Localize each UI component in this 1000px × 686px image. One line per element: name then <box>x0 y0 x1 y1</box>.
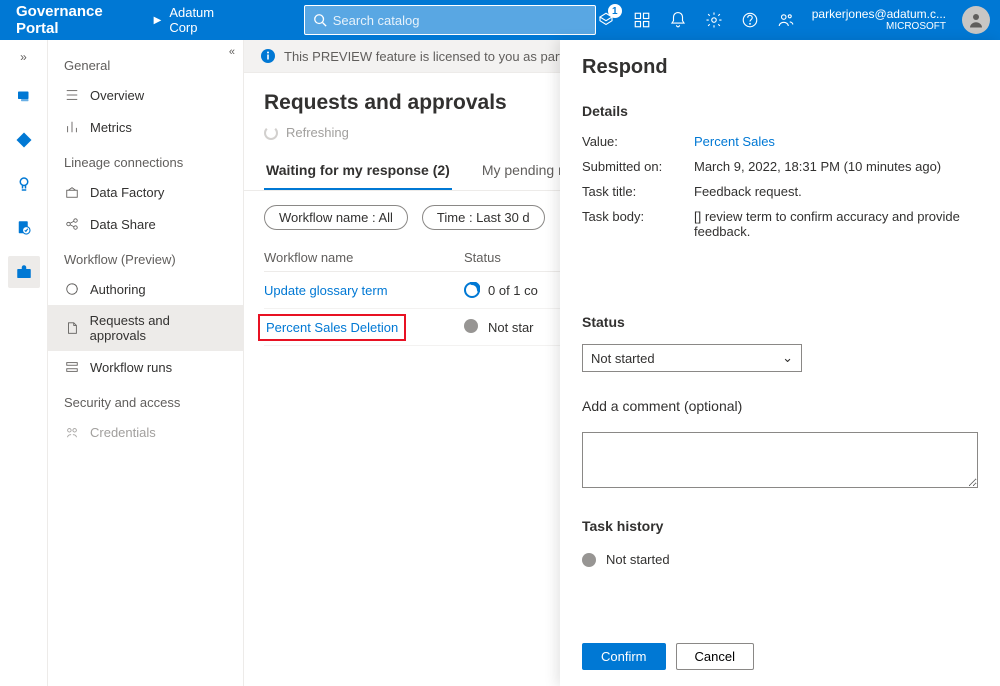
nav-credentials-label: Credentials <box>90 425 156 440</box>
rail-insights-icon[interactable] <box>8 168 40 200</box>
people-icon[interactable] <box>776 10 796 30</box>
info-icon <box>260 48 276 64</box>
col-workflow-name[interactable]: Workflow name <box>264 250 464 265</box>
user-email: parkerjones@adatum.c... <box>812 8 946 21</box>
status-heading: Status <box>582 314 978 330</box>
factory-icon <box>64 184 80 200</box>
not-started-icon <box>464 319 480 335</box>
history-status-text: Not started <box>606 552 670 567</box>
rail-map-icon[interactable] <box>8 124 40 156</box>
nav-runs-label: Workflow runs <box>90 360 172 375</box>
detail-label: Task title: <box>582 184 694 199</box>
nav-credentials[interactable]: Credentials <box>48 416 243 448</box>
detail-value: Value: Percent Sales <box>582 129 978 154</box>
detail-label: Value: <box>582 134 694 149</box>
preview-text: This PREVIEW feature is licensed to you … <box>284 49 587 64</box>
status-dot-icon <box>582 553 596 567</box>
history-heading: Task history <box>582 518 978 534</box>
document-icon <box>64 320 80 336</box>
detail-task-title: Task title: Feedback request. <box>582 179 978 204</box>
help-icon[interactable] <box>740 10 760 30</box>
runs-icon <box>64 359 80 375</box>
rail-home-icon[interactable] <box>8 80 40 112</box>
bell-icon[interactable] <box>668 10 688 30</box>
nav-overview[interactable]: Overview <box>48 79 243 111</box>
detail-value-text: March 9, 2022, 18:31 PM (10 minutes ago) <box>694 159 978 174</box>
user-info[interactable]: parkerjones@adatum.c... MICROSOFT <box>812 8 946 32</box>
notification-badge: 1 <box>608 4 622 18</box>
row-link[interactable]: Update glossary term <box>264 283 388 298</box>
col-status[interactable]: Status <box>464 250 564 265</box>
section-security: Security and access <box>48 383 243 416</box>
list-icon <box>64 87 80 103</box>
detail-label: Task body: <box>582 209 694 239</box>
tab-waiting[interactable]: Waiting for my response (2) <box>264 152 452 190</box>
search-box[interactable] <box>304 5 596 35</box>
nav-metrics[interactable]: Metrics <box>48 111 243 143</box>
row-status: 0 of 1 co <box>488 283 538 298</box>
notifications-icon[interactable]: 1 <box>596 10 616 30</box>
panel-title: Respond <box>582 56 978 79</box>
search-icon <box>313 13 327 27</box>
progress-icon <box>464 282 480 298</box>
section-general: General <box>48 46 243 79</box>
nav-authoring-label: Authoring <box>90 282 146 297</box>
authoring-icon <box>64 281 80 297</box>
row-link-highlighted[interactable]: Percent Sales Deletion <box>258 314 406 341</box>
chart-icon <box>64 119 80 135</box>
key-icon <box>64 424 80 440</box>
collapse-sidebar-icon[interactable]: « <box>229 46 235 58</box>
status-select[interactable]: Not started ⌄ <box>582 344 802 372</box>
nav-requests-label: Requests and approvals <box>90 313 227 343</box>
respond-panel: Respond Details Value: Percent Sales Sub… <box>560 40 1000 686</box>
history-item: Not started <box>582 552 978 567</box>
nav-metrics-label: Metrics <box>90 120 132 135</box>
rail-policy-icon[interactable] <box>8 212 40 244</box>
nav-runs[interactable]: Workflow runs <box>48 351 243 383</box>
chevron-right-icon: ▶ <box>154 15 162 26</box>
share-icon <box>64 216 80 232</box>
section-lineage: Lineage connections <box>48 143 243 176</box>
detail-submitted: Submitted on: March 9, 2022, 18:31 PM (1… <box>582 154 978 179</box>
comment-heading: Add a comment (optional) <box>582 398 978 414</box>
rail-management-icon[interactable] <box>8 256 40 288</box>
nav-requests[interactable]: Requests and approvals <box>48 305 243 351</box>
nav-authoring[interactable]: Authoring <box>48 273 243 305</box>
filter-time[interactable]: Time : Last 30 d <box>422 205 545 230</box>
section-workflow: Workflow (Preview) <box>48 240 243 273</box>
detail-value-text: [] review term to confirm accuracy and p… <box>694 209 978 239</box>
spinner-icon <box>264 126 278 140</box>
row-status: Not star <box>488 320 534 335</box>
detail-label: Submitted on: <box>582 159 694 174</box>
nav-data-share-label: Data Share <box>90 217 156 232</box>
chevron-down-icon: ⌄ <box>782 350 793 366</box>
avatar[interactable] <box>962 6 990 34</box>
details-heading: Details <box>582 103 978 119</box>
detail-value-link[interactable]: Percent Sales <box>694 134 978 149</box>
panel-footer: Confirm Cancel <box>582 629 978 670</box>
search-input[interactable] <box>333 13 587 28</box>
feedback-icon[interactable] <box>632 10 652 30</box>
comment-textarea[interactable] <box>582 432 978 488</box>
status-select-value: Not started <box>591 351 655 366</box>
nav-data-share[interactable]: Data Share <box>48 208 243 240</box>
user-tenant: MICROSOFT <box>886 21 946 32</box>
refreshing-label: Refreshing <box>286 125 349 140</box>
breadcrumb-org[interactable]: Adatum Corp <box>169 5 243 35</box>
expand-rail-icon[interactable]: » <box>16 46 31 68</box>
filter-workflow[interactable]: Workflow name : All <box>264 205 408 230</box>
detail-value-text: Feedback request. <box>694 184 978 199</box>
detail-task-body: Task body: [] review term to confirm acc… <box>582 204 978 244</box>
cancel-button[interactable]: Cancel <box>676 643 754 670</box>
nav-data-factory-label: Data Factory <box>90 185 164 200</box>
nav-data-factory[interactable]: Data Factory <box>48 176 243 208</box>
nav-overview-label: Overview <box>90 88 144 103</box>
confirm-button[interactable]: Confirm <box>582 643 666 670</box>
nav-rail: » <box>0 40 48 686</box>
app-header: Governance Portal ▶ Adatum Corp 1 parker… <box>0 0 1000 40</box>
settings-icon[interactable] <box>704 10 724 30</box>
sidebar: « General Overview Metrics Lineage conne… <box>48 40 244 686</box>
tab-pending[interactable]: My pending r <box>480 152 565 190</box>
brand-title: Governance Portal <box>16 3 146 37</box>
